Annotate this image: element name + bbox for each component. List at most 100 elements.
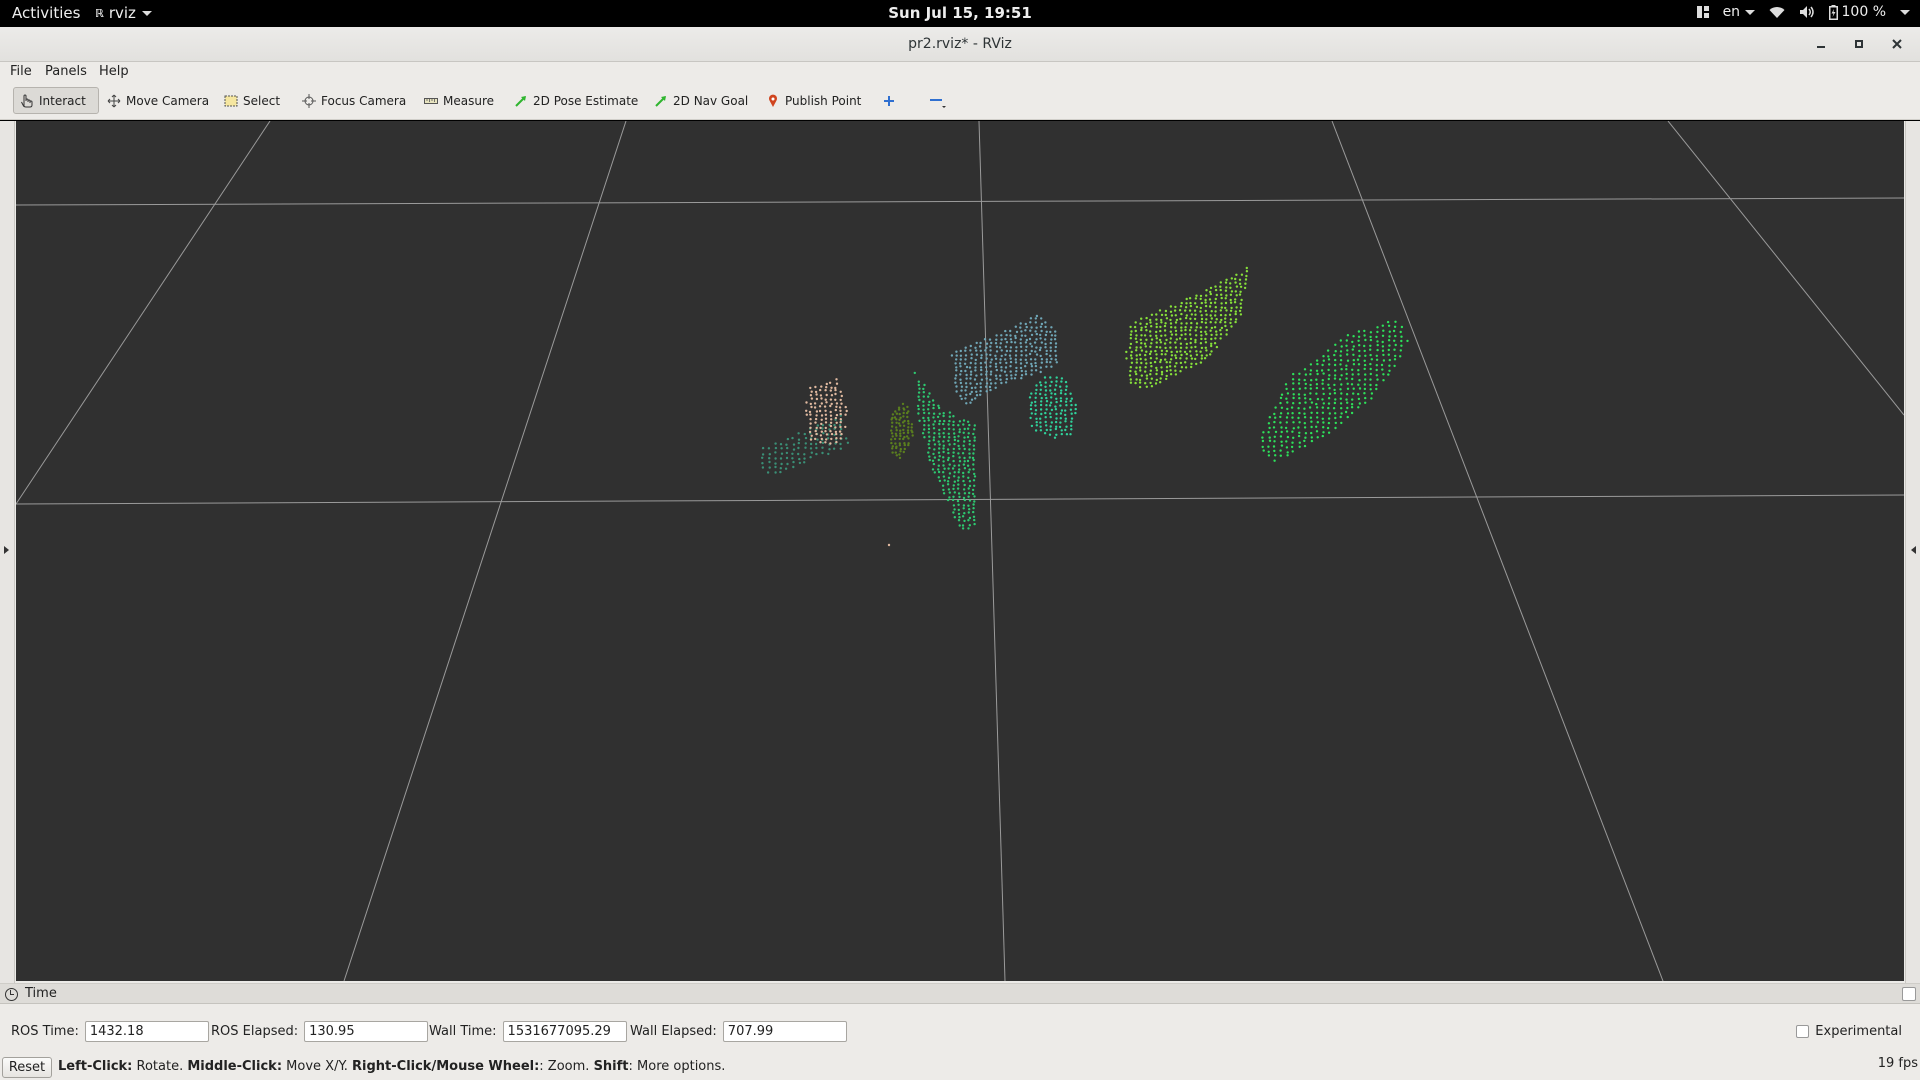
minimize-button[interactable]: [1812, 35, 1830, 53]
publish-point-tool-button[interactable]: Publish Point: [760, 87, 867, 114]
cloud-point: [1388, 358, 1392, 362]
cloud-point: [957, 439, 960, 443]
cloud-point: [1310, 439, 1314, 443]
cloud-point: [1225, 278, 1228, 281]
3d-render-view[interactable]: [16, 121, 1904, 981]
cloud-point: [1262, 431, 1265, 434]
cloud-point: [819, 434, 823, 437]
experimental-toggle[interactable]: Experimental: [1796, 1024, 1902, 1039]
cloud-point: [1322, 402, 1326, 405]
cloud-point: [1184, 361, 1187, 364]
cloud-point: [1321, 382, 1324, 385]
cloud-point: [1014, 361, 1018, 364]
3d-scene[interactable]: [16, 121, 1904, 981]
cloud-point: [1055, 417, 1058, 420]
cloud-point: [907, 422, 910, 425]
cloud-point: [839, 412, 842, 416]
cloud-point: [951, 498, 955, 502]
battery-status[interactable]: 100 %: [1828, 4, 1886, 20]
nav-goal-tool-button[interactable]: 2D Nav Goal: [648, 87, 754, 114]
volume-icon[interactable]: [1799, 5, 1815, 19]
cloud-point: [1064, 428, 1067, 432]
panel-float-button[interactable]: [1902, 987, 1916, 1001]
menu-help[interactable]: Help: [99, 64, 129, 79]
cloud-point: [1184, 326, 1187, 329]
cloud-point: [1340, 383, 1343, 386]
menu-file[interactable]: File: [10, 64, 32, 79]
cloud-point: [1280, 430, 1283, 434]
cloud-point: [820, 422, 823, 426]
cloud-point: [1060, 377, 1064, 380]
ros-elapsed-input[interactable]: 130.95: [304, 1021, 429, 1042]
activities-button[interactable]: Activities: [12, 4, 80, 22]
cloud-point: [1035, 346, 1038, 349]
cloud-point: [967, 476, 970, 479]
pose-estimate-tool-button[interactable]: 2D Pose Estimate: [508, 87, 644, 114]
cloud-point: [1188, 297, 1192, 300]
maximize-button[interactable]: [1850, 35, 1868, 53]
left-dock-collapse[interactable]: [0, 121, 15, 983]
cloud-point: [1059, 392, 1063, 395]
measure-tool-button[interactable]: Measure: [418, 87, 500, 114]
cloud-point: [1170, 333, 1174, 336]
focus-camera-tool-button[interactable]: Focus Camera: [296, 87, 412, 114]
cloud-point: [1273, 440, 1276, 443]
cloud-point: [1291, 450, 1294, 453]
system-top-bar: Activities ℝ rviz Sun Jul 15, 19:51 en 1…: [0, 0, 1920, 27]
cloud-point: [1153, 360, 1157, 364]
cloud-point: [1244, 282, 1247, 285]
cloud-point: [1194, 341, 1197, 344]
cloud-point: [1164, 309, 1168, 313]
cloud-point: [1303, 393, 1307, 396]
cloud-point: [1210, 342, 1213, 345]
cloud-point: [791, 436, 794, 440]
wifi-icon[interactable]: [1769, 6, 1785, 19]
cloud-point: [1205, 333, 1208, 336]
cloud-point: [895, 434, 898, 437]
window-title-bar[interactable]: pr2.rviz* - RViz: [0, 27, 1920, 62]
clock[interactable]: Sun Jul 15, 19:51: [888, 4, 1032, 22]
cloud-point: [947, 476, 951, 479]
remove-tool-button[interactable]: [922, 87, 954, 114]
cloud-point: [1140, 342, 1143, 345]
cloud-point: [1055, 380, 1058, 383]
language-indicator[interactable]: en: [1723, 4, 1755, 20]
cloud-point: [1049, 361, 1052, 364]
add-tool-button[interactable]: [876, 87, 902, 114]
cloud-point: [938, 455, 941, 458]
reset-button[interactable]: Reset: [2, 1057, 52, 1078]
interact-tool-button[interactable]: Interact: [13, 87, 99, 114]
cloud-point: [1224, 317, 1227, 320]
cloud-point: [1380, 363, 1384, 367]
cloud-point: [1321, 406, 1325, 409]
cloud-point: [1298, 397, 1301, 400]
cloud-point: [814, 421, 817, 424]
cloud-point: [1376, 378, 1379, 381]
cloud-point: [835, 421, 838, 424]
cloud-point: [938, 422, 941, 426]
cloud-point: [1149, 361, 1153, 365]
cloud-point: [1049, 349, 1053, 352]
menu-panels[interactable]: Panels: [45, 64, 87, 79]
cloud-point: [1358, 349, 1361, 353]
select-tool-button[interactable]: Select: [218, 87, 286, 114]
cloud-point: [761, 466, 765, 469]
cloud-point: [1029, 416, 1032, 420]
right-dock-collapse[interactable]: [1905, 121, 1920, 983]
ros-time-input[interactable]: 1432.18: [84, 1021, 209, 1042]
cloud-point: [1239, 302, 1242, 305]
close-button[interactable]: [1888, 35, 1906, 53]
app-menu[interactable]: ℝ rviz: [95, 4, 152, 22]
cloud-point: [1169, 346, 1172, 349]
wall-time-input[interactable]: 1531677095.29: [502, 1021, 627, 1042]
cloud-point: [1169, 337, 1173, 340]
wall-elapsed-input[interactable]: 707.99: [722, 1021, 847, 1042]
tiling-icon[interactable]: [1696, 6, 1709, 18]
experimental-checkbox[interactable]: [1796, 1025, 1810, 1038]
cloud-point: [1316, 436, 1319, 439]
chevron-down-icon[interactable]: [1900, 9, 1910, 15]
cloud-point: [1363, 349, 1366, 353]
cloud-point: [1050, 380, 1053, 384]
cloud-point: [1169, 318, 1172, 322]
move-camera-tool-button[interactable]: Move Camera: [101, 87, 215, 114]
